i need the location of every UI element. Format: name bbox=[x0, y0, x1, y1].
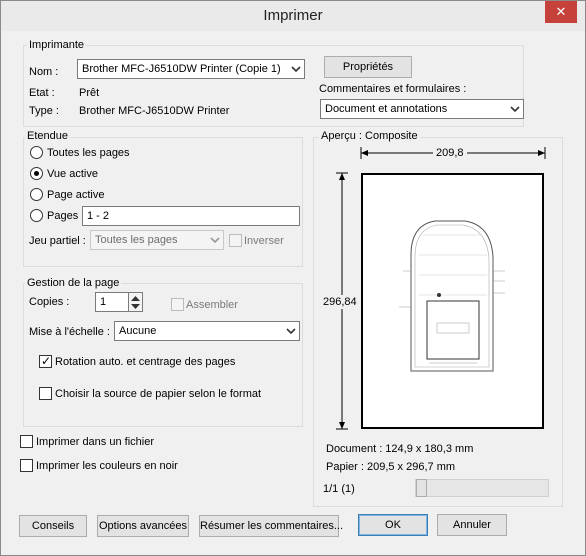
print-to-file-checkbox[interactable] bbox=[20, 435, 33, 448]
printer-name-label: Nom : bbox=[29, 66, 59, 78]
radio-current-view[interactable] bbox=[30, 167, 43, 180]
dialog-title: Imprimer bbox=[263, 7, 323, 24]
page-slider-thumb[interactable] bbox=[416, 479, 427, 497]
printer-name-select[interactable]: Brother MFC-J6510DW Printer (Copie 1) bbox=[77, 59, 305, 79]
cancel-button[interactable]: Annuler bbox=[437, 514, 507, 536]
printer-group-label: Imprimante bbox=[27, 39, 87, 51]
subset-select[interactable]: Toutes les pages bbox=[90, 230, 224, 250]
collate-checkbox[interactable] bbox=[171, 298, 184, 311]
ok-button[interactable]: OK bbox=[358, 514, 428, 536]
current-view-label[interactable]: Vue active bbox=[47, 168, 98, 180]
spin-down-icon[interactable] bbox=[131, 304, 140, 310]
chevron-down-icon bbox=[210, 237, 220, 244]
printer-name-value: Brother MFC-J6510DW Printer (Copie 1) bbox=[82, 63, 281, 75]
scaling-value: Aucune bbox=[119, 325, 157, 337]
paper-source-checkbox[interactable] bbox=[39, 387, 52, 400]
scaling-select[interactable]: Aucune bbox=[114, 321, 300, 341]
title-bar: Imprimer ✕ bbox=[1, 1, 585, 31]
comments-forms-label: Commentaires et formulaires : bbox=[319, 83, 467, 95]
printer-status-label: Etat : bbox=[29, 87, 55, 99]
pages-range-input[interactable]: 1 - 2 bbox=[82, 206, 300, 226]
all-pages-label[interactable]: Toutes les pages bbox=[47, 147, 130, 159]
spin-up-icon[interactable] bbox=[131, 295, 140, 301]
paper-size: Papier : 209,5 x 296,7 mm bbox=[326, 461, 456, 473]
reverse-checkbox[interactable] bbox=[229, 234, 242, 247]
copies-label: Copies : bbox=[29, 296, 70, 308]
chevron-down-icon bbox=[510, 106, 520, 113]
preview-group-label: Aperçu : Composite bbox=[319, 130, 420, 142]
chevron-down-icon bbox=[291, 66, 301, 73]
printer-type-value: Brother MFC-J6510DW Printer bbox=[79, 105, 230, 117]
reverse-label: Inverser bbox=[244, 235, 284, 247]
printer-type-label: Type : bbox=[29, 105, 59, 117]
printer-status-value: Prêt bbox=[79, 87, 100, 99]
radio-current-page[interactable] bbox=[30, 188, 43, 201]
scaling-label: Mise à l'échelle : bbox=[29, 326, 110, 338]
copies-spinner[interactable] bbox=[128, 292, 143, 312]
document-size: Document : 124,9 x 180,3 mm bbox=[326, 443, 474, 455]
current-page-label[interactable]: Page active bbox=[47, 189, 104, 201]
range-group-label: Etendue bbox=[25, 130, 70, 142]
page-drawing bbox=[399, 220, 505, 372]
auto-rotate-checkbox[interactable] bbox=[39, 354, 52, 368]
print-to-file-label[interactable]: Imprimer dans un fichier bbox=[36, 436, 154, 448]
paper-source-label[interactable]: Choisir la source de papier selon le for… bbox=[55, 388, 261, 400]
page-counter: 1/1 (1) bbox=[323, 483, 355, 495]
chevron-down-icon bbox=[286, 328, 296, 335]
auto-rotate-label[interactable]: Rotation auto. et centrage des pages bbox=[55, 356, 235, 368]
advanced-options-button[interactable]: Options avancées bbox=[97, 515, 189, 537]
print-grayscale-label[interactable]: Imprimer les couleurs en noir bbox=[36, 460, 178, 472]
preview-width-value: 209,8 bbox=[433, 147, 467, 159]
pages-label[interactable]: Pages bbox=[47, 210, 78, 222]
preview-height-value: 296,84 bbox=[323, 295, 357, 309]
comments-forms-value: Document et annotations bbox=[325, 103, 448, 115]
page-preview bbox=[361, 173, 544, 429]
properties-button[interactable]: Propriétés bbox=[324, 56, 412, 78]
copies-input[interactable]: 1 bbox=[95, 292, 129, 312]
comments-forms-select[interactable]: Document et annotations bbox=[320, 99, 524, 119]
page-handling-group-label: Gestion de la page bbox=[25, 277, 122, 289]
close-button[interactable]: ✕ bbox=[545, 1, 577, 23]
subset-label: Jeu partiel : bbox=[29, 235, 86, 247]
radio-pages[interactable] bbox=[30, 209, 43, 222]
subset-value: Toutes les pages bbox=[95, 234, 178, 246]
page-slider[interactable] bbox=[415, 479, 549, 497]
collate-label: Assembler bbox=[186, 299, 238, 311]
radio-all-pages[interactable] bbox=[30, 146, 43, 159]
print-grayscale-checkbox[interactable] bbox=[20, 459, 33, 472]
tips-button[interactable]: Conseils bbox=[19, 515, 87, 537]
print-dialog: Imprimer ✕ Imprimante Nom : Brother MFC-… bbox=[0, 0, 586, 556]
summarize-comments-button[interactable]: Résumer les commentaires... bbox=[199, 515, 343, 537]
